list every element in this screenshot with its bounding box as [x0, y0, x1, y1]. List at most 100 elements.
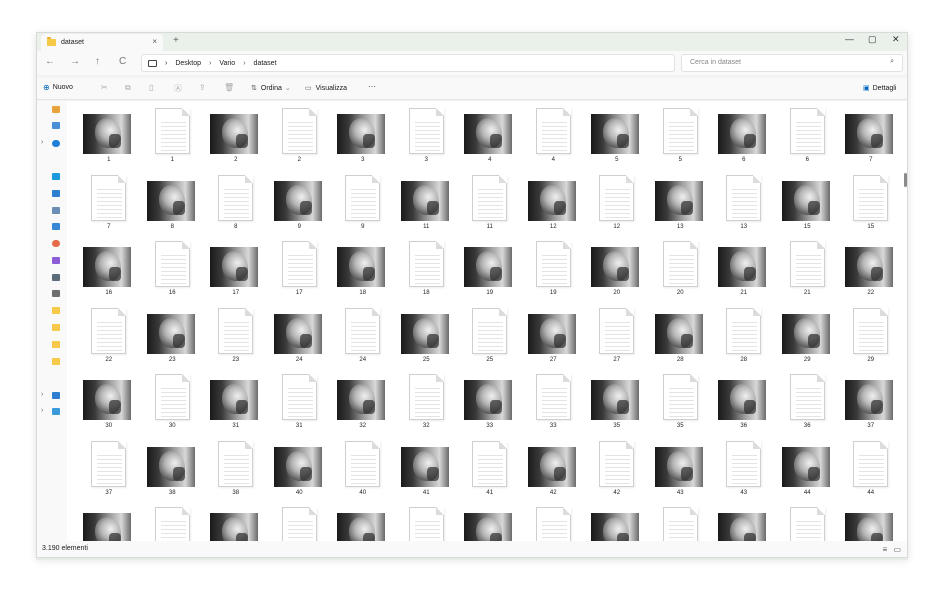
tab-dataset[interactable]: dataset × [41, 34, 163, 51]
image-file-item[interactable]: 25 [395, 306, 459, 373]
details-button[interactable]: ▣ Dettagli [863, 84, 896, 93]
image-file-item[interactable]: 9 [268, 173, 332, 240]
share-icon[interactable]: ⇪ [199, 83, 206, 92]
image-file-item[interactable]: 15 [776, 173, 840, 240]
text-file-item[interactable]: 40 [331, 439, 395, 506]
text-file-item[interactable]: 6 [776, 106, 840, 173]
text-file-item[interactable] [522, 505, 586, 541]
address-bar[interactable]: › Desktop › Vario › dataset [141, 54, 675, 72]
image-file-item[interactable]: 13 [649, 173, 713, 240]
maximize-button[interactable]: ▢ [868, 34, 877, 45]
text-file-item[interactable]: 35 [649, 372, 713, 439]
image-file-item[interactable]: 20 [585, 239, 649, 306]
text-file-item[interactable]: 12 [585, 173, 649, 240]
image-file-item[interactable]: 7 [839, 106, 903, 173]
vertical-scrollbar-thumb[interactable] [904, 173, 907, 187]
image-file-item[interactable]: 24 [268, 306, 332, 373]
image-file-item[interactable]: 35 [585, 372, 649, 439]
image-file-item[interactable]: 30 [77, 372, 141, 439]
image-file-item[interactable]: 38 [141, 439, 205, 506]
image-file-item[interactable]: 42 [522, 439, 586, 506]
rename-icon[interactable]: Ⓐ [174, 83, 182, 94]
videos-icon[interactable] [52, 257, 60, 264]
more-options-button[interactable]: ··· [368, 82, 376, 91]
image-file-item[interactable] [839, 505, 903, 541]
image-file-item[interactable]: 18 [331, 239, 395, 306]
text-file-item[interactable] [649, 505, 713, 541]
copy-icon[interactable]: ⧉ [125, 83, 131, 93]
text-file-item[interactable]: 7 [77, 173, 141, 240]
image-file-item[interactable] [331, 505, 395, 541]
image-file-item[interactable] [204, 505, 268, 541]
image-file-item[interactable] [458, 505, 522, 541]
text-file-item[interactable]: 9 [331, 173, 395, 240]
text-file-item[interactable]: 20 [649, 239, 713, 306]
text-file-item[interactable]: 31 [268, 372, 332, 439]
text-file-item[interactable]: 8 [204, 173, 268, 240]
desktop-icon[interactable] [52, 190, 60, 197]
folder-icon[interactable] [52, 324, 60, 331]
image-file-item[interactable]: 41 [395, 439, 459, 506]
tab-close-icon[interactable]: × [152, 37, 157, 46]
new-tab-button[interactable]: + [173, 35, 179, 46]
image-file-item[interactable]: 21 [712, 239, 776, 306]
text-file-item[interactable] [268, 505, 332, 541]
image-file-item[interactable]: 43 [649, 439, 713, 506]
image-file-item[interactable]: 32 [331, 372, 395, 439]
text-file-item[interactable]: 43 [712, 439, 776, 506]
home-icon[interactable] [52, 106, 60, 113]
text-file-item[interactable] [776, 505, 840, 541]
close-window-button[interactable]: ✕ [892, 34, 900, 45]
breadcrumb-dataset[interactable]: dataset [254, 60, 277, 67]
text-file-item[interactable]: 11 [458, 173, 522, 240]
refresh-button[interactable]: C [119, 56, 126, 67]
image-file-item[interactable]: 1 [77, 106, 141, 173]
text-file-item[interactable]: 38 [204, 439, 268, 506]
folder-icon[interactable] [52, 341, 60, 348]
text-file-item[interactable]: 21 [776, 239, 840, 306]
text-file-item[interactable]: 3 [395, 106, 459, 173]
image-file-item[interactable]: 19 [458, 239, 522, 306]
image-file-item[interactable]: 40 [268, 439, 332, 506]
chevron-right-icon[interactable]: › [41, 139, 43, 146]
text-file-item[interactable]: 24 [331, 306, 395, 373]
image-file-item[interactable]: 29 [776, 306, 840, 373]
image-file-item[interactable]: 17 [204, 239, 268, 306]
text-file-item[interactable]: 4 [522, 106, 586, 173]
back-button[interactable]: ← [45, 56, 55, 67]
image-file-item[interactable]: 6 [712, 106, 776, 173]
text-file-item[interactable] [141, 505, 205, 541]
text-file-item[interactable]: 28 [712, 306, 776, 373]
image-file-item[interactable] [585, 505, 649, 541]
text-file-item[interactable]: 1 [141, 106, 205, 173]
forward-button[interactable]: → [70, 56, 80, 67]
image-file-item[interactable]: 11 [395, 173, 459, 240]
image-file-item[interactable]: 36 [712, 372, 776, 439]
folder-icon[interactable] [52, 358, 60, 365]
folder-icon[interactable] [52, 307, 60, 314]
pictures-icon[interactable] [52, 223, 60, 230]
gallery-icon[interactable] [52, 122, 60, 129]
text-file-item[interactable]: 42 [585, 439, 649, 506]
text-file-item[interactable]: 16 [141, 239, 205, 306]
image-file-item[interactable]: 2 [204, 106, 268, 173]
image-file-item[interactable]: 8 [141, 173, 205, 240]
image-file-item[interactable]: 4 [458, 106, 522, 173]
minimize-button[interactable]: — [845, 34, 854, 44]
image-file-item[interactable]: 28 [649, 306, 713, 373]
image-file-item[interactable]: 27 [522, 306, 586, 373]
text-file-item[interactable]: 19 [522, 239, 586, 306]
view-toggle[interactable]: ≡ ▭ [883, 545, 901, 554]
text-file-item[interactable]: 36 [776, 372, 840, 439]
image-file-item[interactable]: 12 [522, 173, 586, 240]
chevron-right-icon[interactable]: › [41, 391, 43, 398]
downloads-icon[interactable] [52, 173, 60, 180]
text-file-item[interactable]: 23 [204, 306, 268, 373]
text-file-item[interactable]: 32 [395, 372, 459, 439]
tiles-view-icon[interactable]: ▭ [893, 545, 901, 554]
text-file-item[interactable]: 5 [649, 106, 713, 173]
delete-icon[interactable]: 🗑 [224, 83, 234, 92]
text-file-item[interactable]: 27 [585, 306, 649, 373]
image-file-item[interactable]: 37 [839, 372, 903, 439]
image-file-item[interactable]: 31 [204, 372, 268, 439]
